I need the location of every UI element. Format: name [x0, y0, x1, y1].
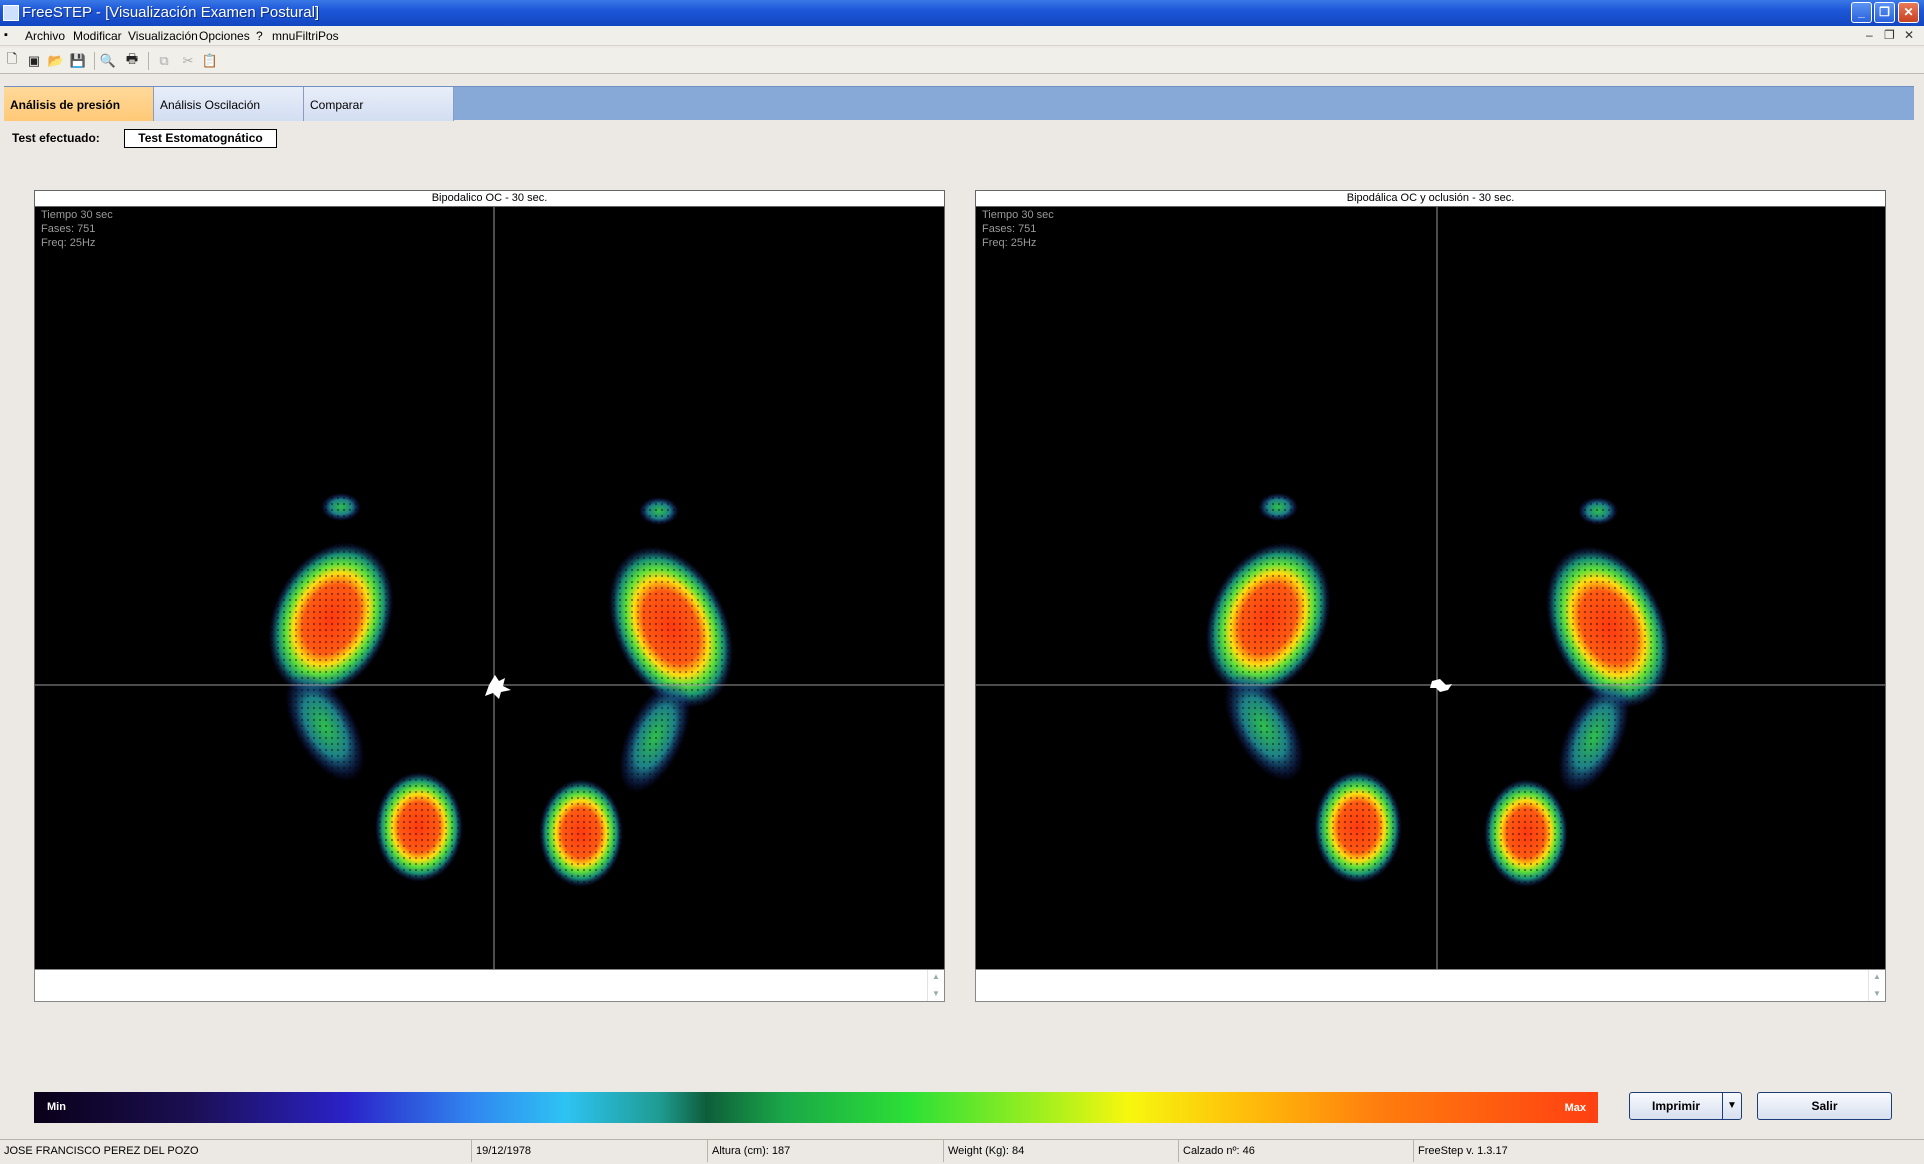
mdi-child-icon[interactable]: ▪	[4, 29, 8, 41]
mdi-minimize-icon[interactable]: –	[1866, 28, 1873, 42]
notes-textbox[interactable]: ▲ ▼	[34, 969, 945, 1002]
info-time: Tiempo 30 sec	[41, 209, 113, 221]
toolbar-separator	[94, 52, 95, 70]
pressure-color-scale: Min Max	[34, 1092, 1598, 1123]
tab-analisis-oscilacion[interactable]: Análisis Oscilación	[154, 87, 304, 121]
pressure-map: Tiempo 30 sec Fases: 751 Freq: 25Hz	[975, 207, 1886, 969]
status-version: FreeStep v. 1.3.17	[1418, 1145, 1508, 1157]
legend-min-label: Min	[47, 1101, 66, 1113]
status-birthdate: 19/12/1978	[472, 1140, 708, 1162]
test-value-field: Test Estomatognático	[124, 129, 277, 148]
menu-opciones[interactable]: Opciones	[199, 29, 250, 43]
scroll-up-icon[interactable]: ▲	[932, 972, 940, 981]
notes-scrollbar[interactable]: ▲ ▼	[1868, 970, 1885, 1001]
legend-max-label: Max	[1564, 1102, 1586, 1114]
mdi-close-icon[interactable]: ✕	[1904, 28, 1914, 42]
print-button[interactable]: Imprimir	[1629, 1092, 1723, 1120]
app-icon	[3, 5, 19, 21]
pressure-map-svg	[976, 207, 1885, 969]
menu-filtripos[interactable]: mnuFiltriPos	[272, 29, 339, 43]
print-icon[interactable]: 🖶	[122, 51, 142, 71]
status-bar: JOSE FRANCISCO PEREZ DEL POZO 19/12/1978…	[0, 1139, 1924, 1164]
window-title: FreeSTEP - [Visualización Examen Postura…	[22, 4, 320, 21]
menu-help[interactable]: ?	[256, 29, 263, 43]
menu-modificar[interactable]: Modificar	[73, 29, 122, 43]
menu-bar: ▪ Archivo Modificar Visualización Opcion…	[0, 26, 1924, 46]
maximize-button[interactable]: ❐	[1874, 2, 1895, 23]
info-time: Tiempo 30 sec	[982, 209, 1054, 221]
info-frequency: Freq: 25Hz	[41, 237, 96, 249]
open-folder-icon[interactable]: 📂	[46, 51, 66, 71]
info-phases: Fases: 751	[41, 223, 96, 235]
minimize-button[interactable]: _	[1851, 2, 1872, 23]
pressure-panel-2: Bipodálica OC y oclusión - 30 sec. Tiemp…	[975, 190, 1886, 1002]
status-weight: Weight (Kg): 84	[944, 1140, 1179, 1162]
title-bar: FreeSTEP - [Visualización Examen Postura…	[0, 0, 1924, 26]
info-phases: Fases: 751	[982, 223, 1037, 235]
tab-strip: Análisis de presión Análisis Oscilación …	[4, 86, 1914, 121]
menu-visualizacion[interactable]: Visualización	[128, 29, 198, 43]
status-patient-name: JOSE FRANCISCO PEREZ DEL POZO	[0, 1140, 472, 1162]
copy-icon[interactable]: ⧉	[154, 51, 174, 71]
print-preview-icon[interactable]: 🔍	[98, 51, 118, 71]
status-height: Altura (cm): 187	[708, 1140, 944, 1162]
close-button[interactable]: ✕	[1898, 2, 1919, 23]
pressure-map-svg	[35, 207, 944, 969]
info-frequency: Freq: 25Hz	[982, 237, 1037, 249]
open-record-icon[interactable]: ▣	[24, 51, 44, 71]
mdi-restore-icon[interactable]: ❐	[1884, 28, 1895, 42]
pressure-panel-1: Bipodalico OC - 30 sec. Tiempo 30 sec Fa…	[34, 190, 945, 1002]
scroll-up-icon[interactable]: ▲	[1873, 972, 1881, 981]
scroll-down-icon[interactable]: ▼	[1873, 989, 1881, 998]
panel-title: Bipodalico OC - 30 sec.	[34, 190, 945, 207]
menu-archivo[interactable]: Archivo	[25, 29, 65, 43]
toolbar: 🗋 ▣ 📂 💾 🔍 🖶 ⧉ ✂ 📋	[0, 48, 1924, 74]
test-label: Test efectuado:	[12, 131, 100, 145]
notes-scrollbar[interactable]: ▲ ▼	[927, 970, 944, 1001]
scroll-down-icon[interactable]: ▼	[932, 989, 940, 998]
notes-textbox[interactable]: ▲ ▼	[975, 969, 1886, 1002]
paste-icon[interactable]: 📋	[200, 51, 220, 71]
tab-comparar[interactable]: Comparar	[304, 87, 454, 121]
status-shoe-size: Calzado nº: 46	[1179, 1140, 1414, 1162]
print-dropdown-arrow-icon[interactable]: ▼	[1722, 1092, 1742, 1120]
toolbar-separator	[148, 52, 149, 70]
exit-button[interactable]: Salir	[1757, 1092, 1892, 1120]
new-document-icon[interactable]: 🗋	[2, 51, 22, 71]
panel-title: Bipodálica OC y oclusión - 30 sec.	[975, 190, 1886, 207]
pressure-map: Tiempo 30 sec Fases: 751 Freq: 25Hz	[34, 207, 945, 969]
tab-analisis-presion[interactable]: Análisis de presión	[4, 87, 154, 121]
save-icon[interactable]: 💾	[68, 51, 88, 71]
cut-icon[interactable]: ✂	[178, 51, 198, 71]
